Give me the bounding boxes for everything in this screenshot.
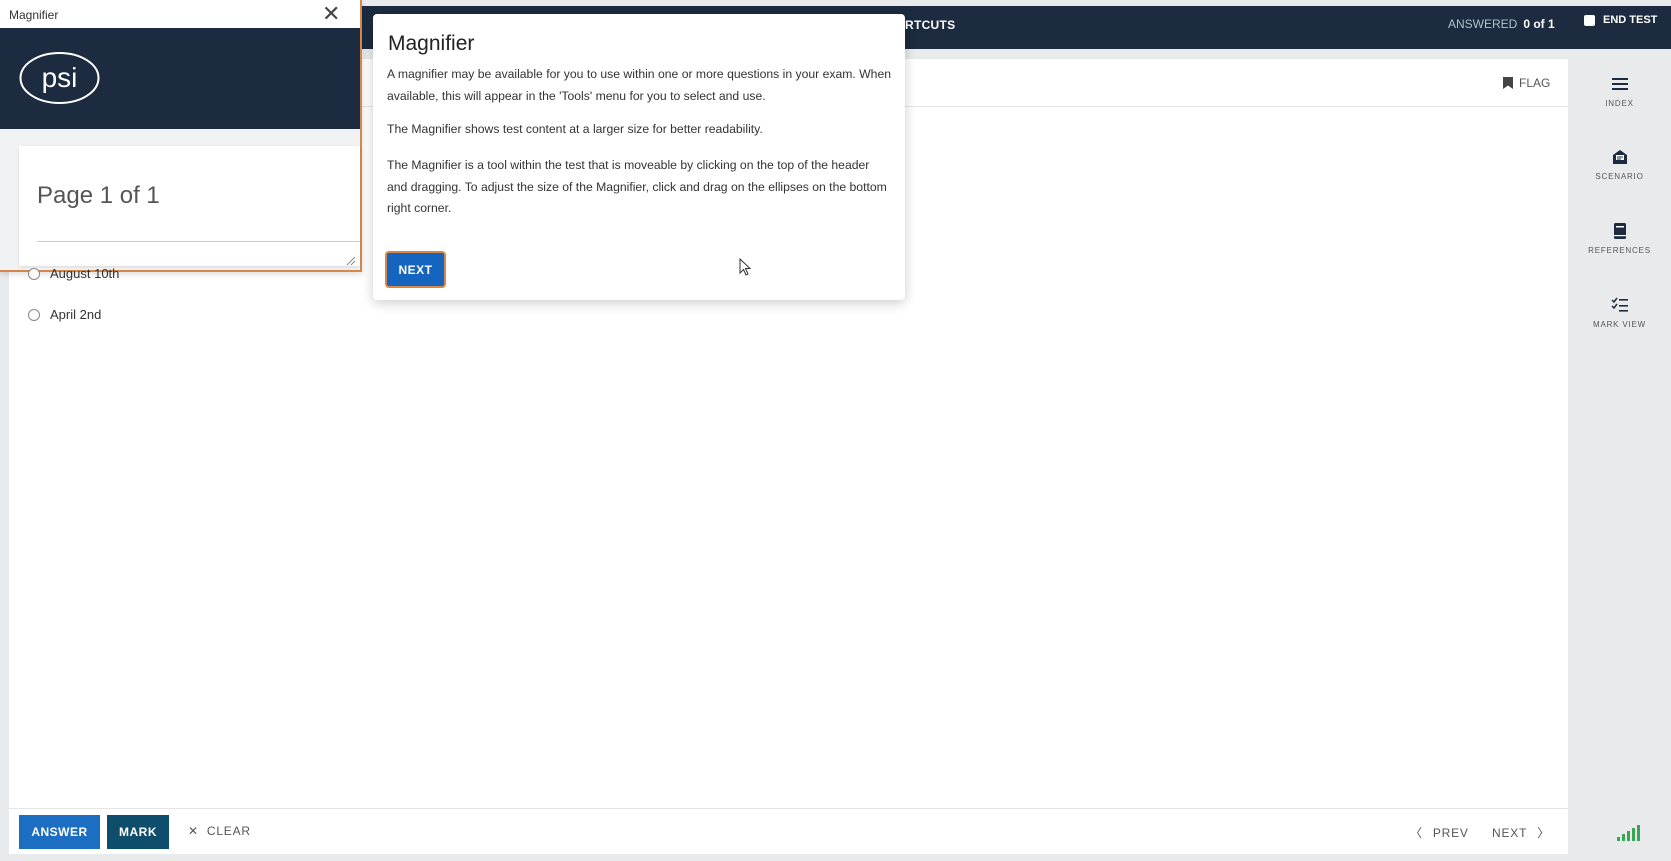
clear-button[interactable]: ✕ CLEAR: [188, 824, 251, 838]
next-question-button[interactable]: NEXT 〉: [1492, 824, 1550, 841]
sidebar-item-label: SCENARIO: [1595, 172, 1644, 181]
answer-option[interactable]: August 10th: [28, 266, 119, 281]
option-label: August 10th: [50, 266, 120, 281]
close-icon[interactable]: ✕: [322, 3, 340, 25]
sidebar-item-scenario[interactable]: SCENARIO: [1568, 148, 1671, 181]
answered-counter: ANSWERED 0 of 1: [1448, 17, 1555, 31]
shortcuts-menu[interactable]: RTCUTS: [905, 18, 955, 32]
sidebar-item-references[interactable]: REFERENCES: [1568, 222, 1671, 255]
dialog-paragraph: A magnifier may be available for you to …: [387, 67, 892, 103]
dialog-paragraph: The Magnifier shows test content at a la…: [387, 122, 763, 136]
next-label: NEXT: [1492, 825, 1528, 840]
radio-button[interactable]: [28, 267, 40, 280]
end-test-icon: [1584, 14, 1595, 26]
option-label: April 2nd: [50, 307, 102, 322]
sidebar-item-label: INDEX: [1605, 99, 1634, 108]
chevron-left-icon: 〈: [1410, 826, 1423, 840]
flag-button[interactable]: FLAG: [1503, 76, 1550, 90]
answered-label: ANSWERED: [1448, 17, 1518, 31]
resize-handle-icon[interactable]: [346, 256, 356, 266]
answered-value: 0 of 1: [1523, 17, 1555, 31]
dialog-title: Magnifier: [388, 32, 475, 55]
end-test-label: END TEST: [1603, 14, 1658, 26]
close-icon: ✕: [188, 824, 199, 838]
answer-button[interactable]: ANSWER: [19, 815, 100, 849]
flag-label: FLAG: [1519, 76, 1551, 90]
footer-divider: [9, 808, 1568, 809]
book-icon: [1613, 223, 1626, 239]
psi-logo: psi: [19, 52, 100, 104]
clear-label: CLEAR: [206, 824, 251, 838]
end-test-button[interactable]: END TEST: [1584, 14, 1657, 26]
checklist-icon: [1610, 297, 1628, 312]
magnifier-title: Magnifier: [9, 8, 59, 22]
dialog-paragraph: The Magnifier is a tool within the test …: [387, 158, 887, 215]
mouse-cursor-icon: [739, 258, 752, 276]
bookmark-icon: [1503, 77, 1513, 89]
dialog-next-button[interactable]: NEXT: [385, 251, 446, 288]
radio-button[interactable]: [28, 308, 40, 321]
prev-label: PREV: [1432, 825, 1469, 840]
sidebar-item-label: REFERENCES: [1588, 246, 1651, 255]
prev-button[interactable]: 〈 PREV: [1410, 824, 1469, 841]
logo-text: psi: [42, 62, 78, 93]
mark-button[interactable]: MARK: [107, 815, 169, 849]
chevron-right-icon: 〉: [1537, 826, 1551, 840]
answer-option[interactable]: April 2nd: [28, 307, 101, 322]
sidebar-item-label: MARK VIEW: [1593, 320, 1646, 329]
sidebar-item-mark-view[interactable]: MARK VIEW: [1568, 296, 1671, 329]
sidebar-item-index[interactable]: INDEX: [1568, 75, 1671, 108]
page-indicator: Page 1 of 1: [37, 182, 160, 209]
scenario-icon: [1612, 150, 1627, 164]
card-divider: [37, 241, 360, 242]
signal-strength-icon: [1617, 825, 1640, 841]
menu-icon: [1611, 78, 1628, 90]
